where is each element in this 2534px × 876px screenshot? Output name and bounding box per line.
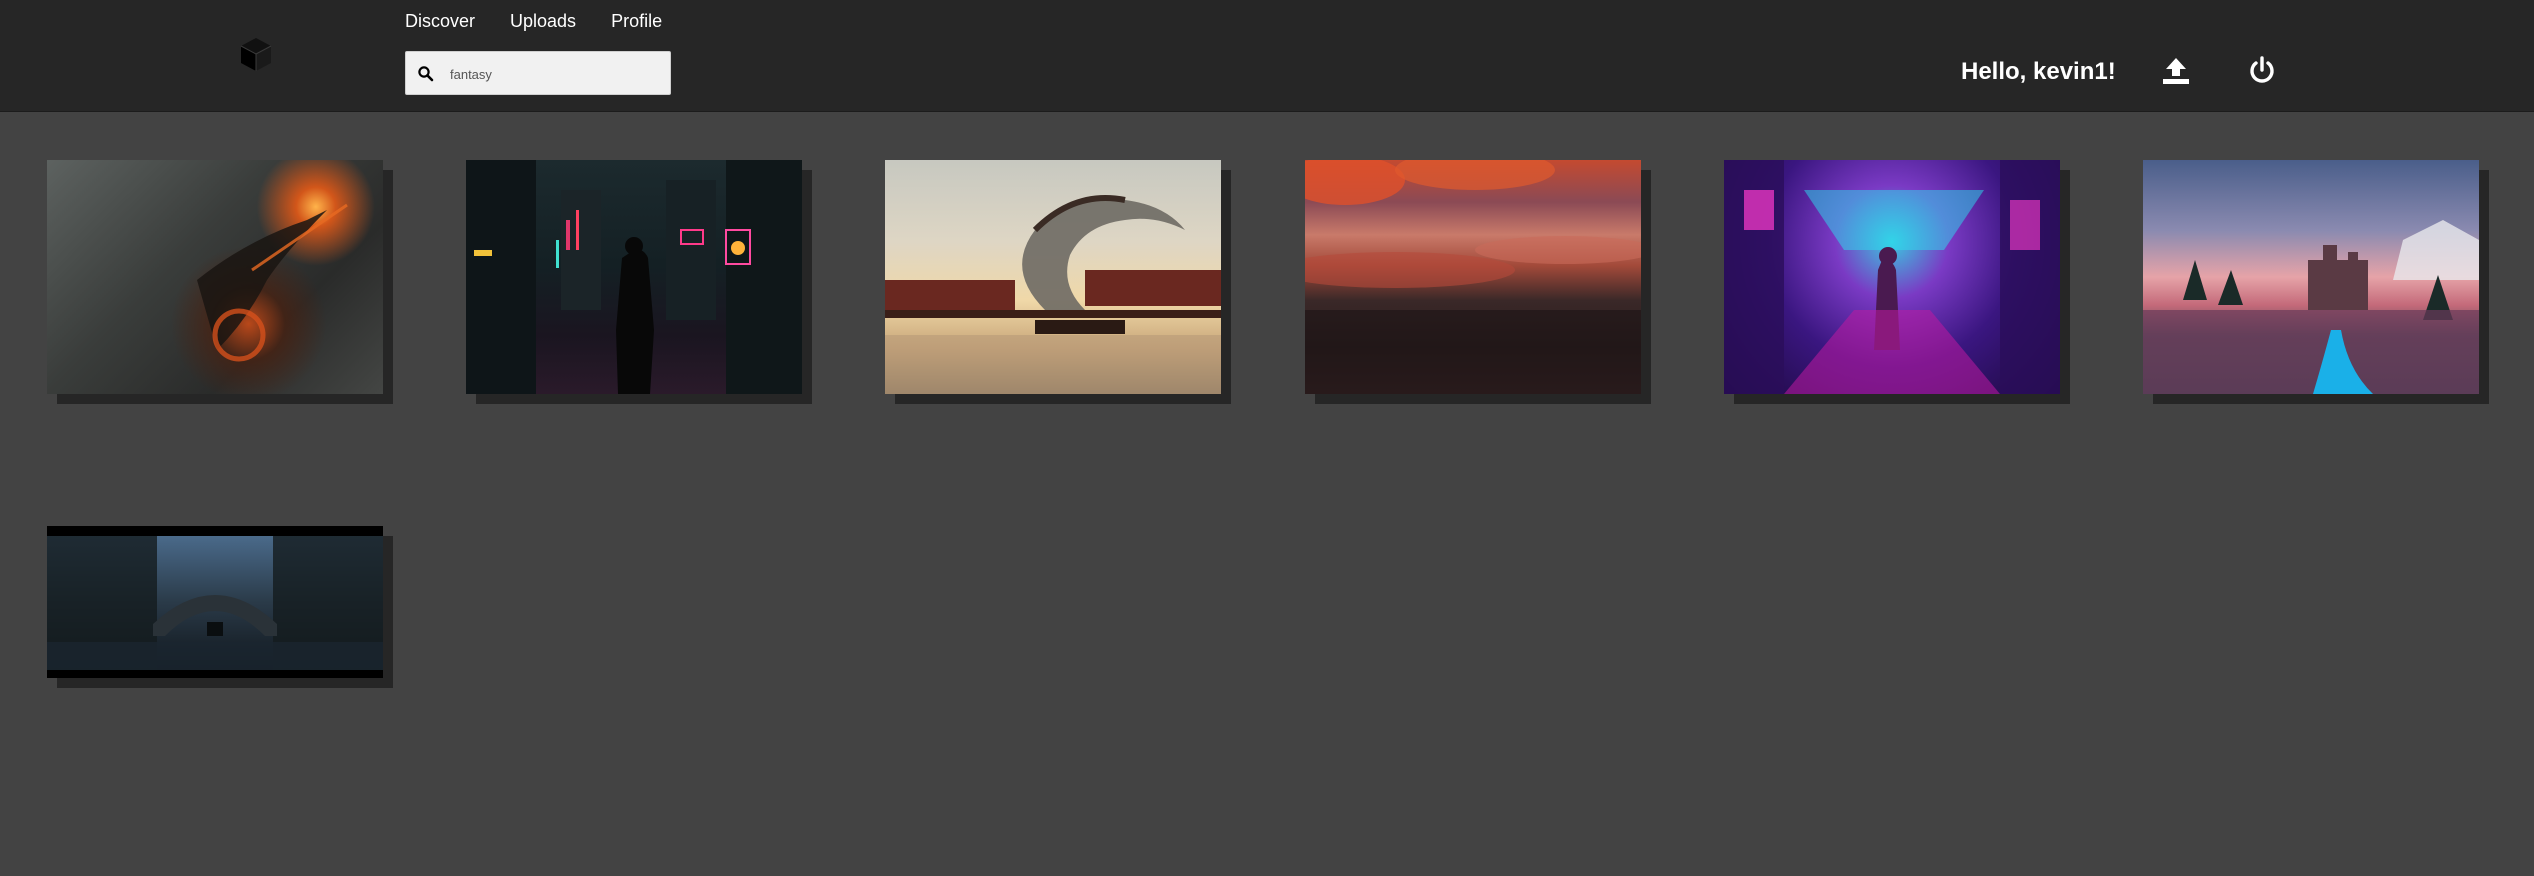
cube-icon[interactable] (236, 34, 276, 74)
nav-profile-link[interactable]: Profile (611, 9, 662, 33)
nav-discover-link[interactable]: Discover (405, 9, 475, 33)
gallery-thumbnail-4[interactable] (1305, 160, 1651, 404)
thumbnail-image (2143, 160, 2479, 394)
upload-icon[interactable] (2160, 55, 2192, 87)
gallery-thumbnail-2[interactable] (466, 160, 812, 404)
thumbnail-image (466, 160, 802, 394)
gallery-thumbnail-6[interactable] (2143, 160, 2489, 404)
top-navigation-bar: Discover Uploads Profile Hello, kevin1! (0, 0, 2534, 112)
thumbnail-image (47, 526, 383, 678)
search-icon (418, 66, 434, 82)
gallery-thumbnail-5[interactable] (1724, 160, 2070, 404)
search-box[interactable] (405, 51, 671, 95)
gallery-thumbnail-1[interactable] (47, 160, 393, 404)
thumbnail-image (47, 160, 383, 394)
power-icon[interactable] (2246, 55, 2278, 87)
thumbnail-image (885, 160, 1221, 394)
nav-uploads-link[interactable]: Uploads (510, 9, 576, 33)
main-nav: Discover Uploads Profile (405, 9, 697, 33)
thumbnail-image (1305, 160, 1641, 394)
search-input[interactable] (448, 60, 662, 88)
user-greeting: Hello, kevin1! (1961, 58, 2116, 85)
thumbnail-image (1724, 160, 2060, 394)
gallery-thumbnail-7[interactable] (47, 526, 393, 688)
gallery-thumbnail-3[interactable] (885, 160, 1231, 404)
